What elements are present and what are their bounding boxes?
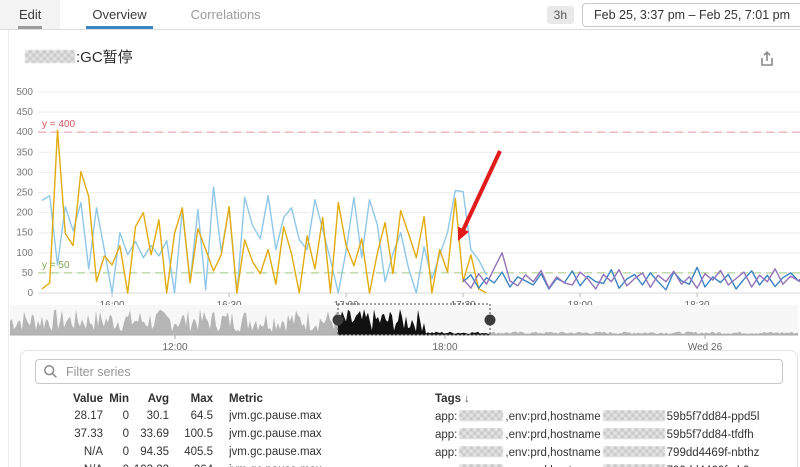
redacted-title-segment — [25, 50, 75, 63]
cell-tags: app:,env:prd,hostname799dd4469f-sk6qg — [435, 464, 783, 467]
y-tick-150: 150 — [16, 228, 33, 239]
cell-avg: 30.1 — [129, 410, 169, 422]
tab-bar: Edit Overview Correlations 3h Feb 25, 3:… — [0, 0, 800, 30]
series-line-blue-ppd5l — [463, 267, 800, 290]
series-row-3[interactable]: N/A0103.22264jvm.gc.pause.maxapp:,env:pr… — [35, 461, 783, 467]
series-table-header: Value Min Avg Max Metric Tags↓ — [35, 390, 783, 407]
y-tick-50: 50 — [22, 268, 34, 279]
col-metric[interactable]: Metric — [229, 393, 435, 405]
sort-desc-icon: ↓ — [464, 393, 470, 405]
share-button[interactable] — [758, 50, 776, 68]
cell-min: 0 — [103, 428, 129, 440]
annotation-arrow-shaft — [462, 151, 500, 233]
series-legend-card: Value Min Avg Max Metric Tags↓ 28.17030.… — [20, 350, 798, 467]
series-table: Value Min Avg Max Metric Tags↓ 28.17030.… — [35, 390, 783, 467]
tab-overview-label: Overview — [92, 7, 146, 22]
y-tick-300: 300 — [16, 167, 33, 178]
page-title-text: :GC暂停 — [76, 46, 133, 67]
y-tick-350: 350 — [16, 147, 33, 158]
cell-metric: jvm.gc.pause.max — [229, 428, 435, 440]
col-max[interactable]: Max — [169, 393, 213, 405]
minimap-handle-right[interactable] — [485, 315, 496, 326]
redacted-tag-segment — [459, 428, 503, 439]
cell-max: 64.5 — [169, 410, 213, 422]
col-tags[interactable]: Tags↓ — [435, 393, 783, 405]
cell-tags: app:,env:prd,hostname59b5f7dd84-tfdfh — [435, 428, 783, 441]
y-tick-450: 450 — [16, 107, 33, 118]
cell-metric: jvm.gc.pause.max — [229, 410, 435, 422]
cell-tags: app:,env:prd,hostname59b5f7dd84-ppd5l — [435, 410, 783, 423]
marker-label-50: y = 50 — [42, 260, 70, 271]
redacted-tag-segment — [603, 428, 665, 439]
cell-avg: 94.35 — [129, 446, 169, 458]
marker-label-400: y = 400 — [42, 119, 76, 130]
cell-value: 37.33 — [59, 428, 103, 440]
col-value[interactable]: Value — [59, 393, 103, 405]
cell-max: 100.5 — [169, 428, 213, 440]
redacted-tag-segment — [603, 410, 665, 421]
tab-correlations[interactable]: Correlations — [175, 0, 277, 29]
tab-correlations-label: Correlations — [191, 7, 261, 22]
cell-min: 0 — [103, 410, 129, 422]
series-row-0[interactable]: 28.17030.164.5 jvm.gc.pause.maxapp:,env:p… — [35, 407, 783, 425]
cell-value: N/A — [59, 446, 103, 458]
minimap-handle-left[interactable] — [333, 315, 344, 326]
redacted-tag-segment — [459, 464, 503, 467]
y-tick-500: 500 — [16, 87, 33, 98]
series-table-body: 28.17030.164.5jvm.gc.pause.maxapp:,env:p… — [35, 407, 783, 467]
search-icon — [43, 364, 58, 379]
series-row-1[interactable]: 37.33033.69100.5 jvm.gc.pause.maxapp:,env… — [35, 425, 783, 443]
y-tick-100: 100 — [16, 248, 33, 259]
redacted-tag-segment — [603, 446, 665, 457]
tab-edit[interactable]: Edit — [0, 0, 60, 29]
share-icon — [758, 50, 776, 68]
y-tick-0: 0 — [27, 288, 33, 299]
series-row-2[interactable]: N/A094.35405.5 jvm.gc.pause.maxapp:,env:p… — [35, 443, 783, 461]
metric-explorer: Edit Overview Correlations 3h Feb 25, 3:… — [0, 0, 800, 467]
redacted-tag-segment — [603, 464, 665, 467]
cell-avg: 33.69 — [129, 428, 169, 440]
timerange-controls: 3h Feb 25, 3:37 pm – Feb 25, 7:01 pm — [547, 0, 800, 29]
time-range-picker[interactable]: Feb 25, 3:37 pm – Feb 25, 7:01 pm — [582, 3, 800, 27]
col-avg[interactable]: Avg — [129, 393, 169, 405]
y-tick-250: 250 — [16, 188, 33, 199]
redacted-tag-segment — [459, 446, 503, 457]
series-line-purple-tfdfh — [463, 253, 800, 289]
timeseries-chart[interactable]: 0 50 100 150 200 250 300 350 400 450 500 y = 400 y =… — [0, 70, 800, 318]
timeline-minimap[interactable]: 12:0018:00Wed 26 — [10, 303, 798, 355]
y-tick-400: 400 — [16, 127, 33, 138]
cell-min: 0 — [103, 446, 129, 458]
redacted-tag-segment — [459, 410, 503, 421]
tab-edit-label: Edit — [19, 7, 41, 22]
filter-series-input[interactable] — [35, 359, 783, 384]
cell-max: 405.5 — [169, 446, 213, 458]
filter-series-wrap — [35, 359, 783, 384]
duration-badge[interactable]: 3h — [547, 6, 574, 24]
col-min[interactable]: Min — [103, 393, 129, 405]
page-title: :GC暂停 — [25, 46, 133, 67]
tab-overview[interactable]: Overview — [76, 0, 162, 29]
cell-tags: app:,env:prd,hostname799dd4469f-nbthz — [435, 446, 783, 459]
y-tick-200: 200 — [16, 208, 33, 219]
cell-metric: jvm.gc.pause.max — [229, 446, 435, 458]
cell-value: 28.17 — [59, 410, 103, 422]
